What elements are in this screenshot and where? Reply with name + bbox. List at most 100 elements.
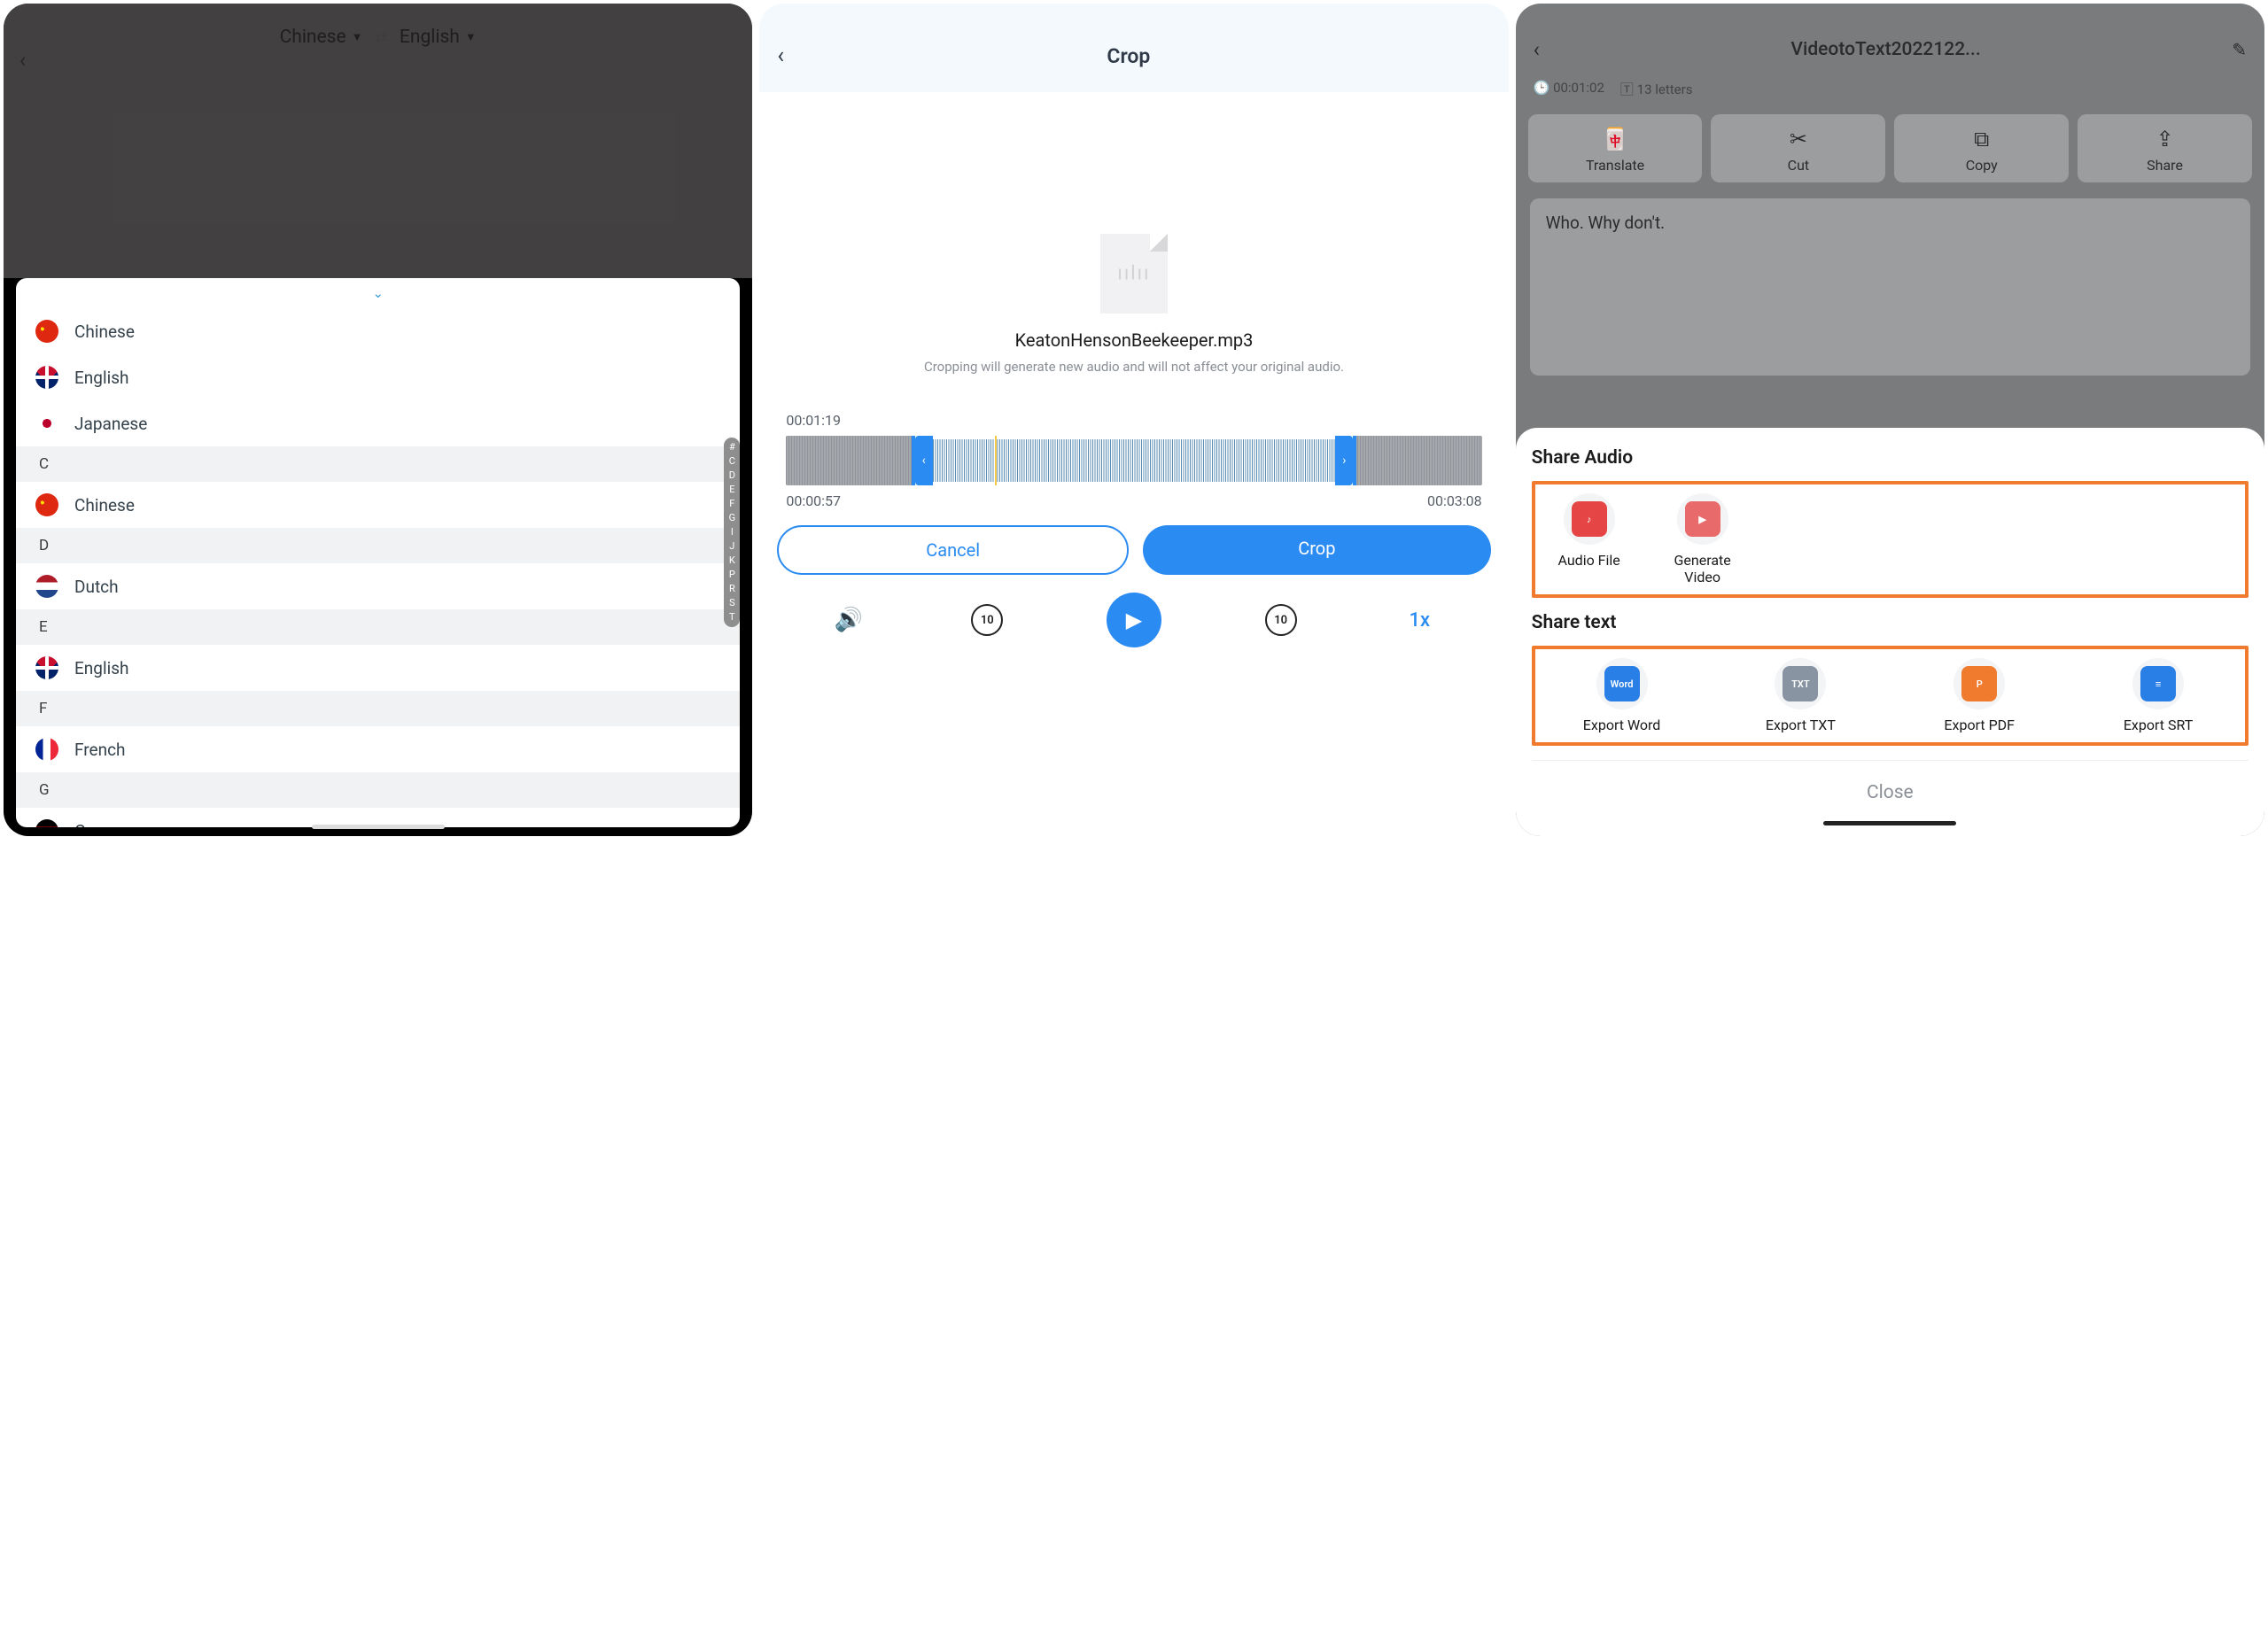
file-preview: ıılıı KeatonHensonBeekeeper.mp3 Cropping… <box>759 92 1508 412</box>
index-letter[interactable]: E <box>724 483 740 497</box>
playback-speed-button[interactable]: 1x <box>1400 601 1439 639</box>
language-label: Dutch <box>74 577 119 597</box>
language-row-english[interactable]: English <box>16 645 740 691</box>
home-indicator <box>312 825 445 829</box>
share-sheet-screen: ‹ VideotoText2022122... ✎ 🕒 00:01:02 🅃 1… <box>1516 4 2264 836</box>
back-icon[interactable]: ‹ <box>1534 37 1540 62</box>
index-letter[interactable]: C <box>724 454 740 469</box>
index-letter[interactable]: K <box>724 554 740 568</box>
language-label: English <box>74 658 128 678</box>
language-row-english[interactable]: English <box>16 354 740 400</box>
selection-range[interactable]: ‹ › <box>912 436 1357 485</box>
language-row-chinese[interactable]: Chinese <box>16 308 740 354</box>
language-row-japanese[interactable]: Japanese <box>16 400 740 446</box>
header: ‹ Crop <box>759 4 1508 92</box>
export-srt-option[interactable]: ≡Export SRT <box>2080 658 2236 733</box>
share-action[interactable]: ⇪Share <box>2078 114 2252 182</box>
index-letter[interactable]: T <box>724 610 740 624</box>
index-letter[interactable]: S <box>724 596 740 610</box>
flag-uk-icon <box>35 656 58 679</box>
index-letter[interactable]: D <box>724 469 740 483</box>
txt-icon: TXT <box>1783 666 1818 701</box>
generate-video-option[interactable]: ▶ Generate Video <box>1658 493 1748 585</box>
skip-seconds-label: 10 <box>981 614 994 627</box>
language-row-dutch[interactable]: Dutch <box>16 563 740 609</box>
video-icon: ▶ <box>1685 501 1720 537</box>
share-text-group: Word Export Word TXT Export TXT P Export PD… <box>1532 646 2249 746</box>
option-label: Export Word <box>1544 717 1700 733</box>
playhead[interactable] <box>995 436 997 485</box>
section-header-g: G <box>16 772 740 808</box>
option-label: Generate Video <box>1658 552 1748 585</box>
option-label: Export PDF <box>1901 717 2057 733</box>
word-icon: Word <box>1604 666 1640 701</box>
index-letter[interactable]: F <box>724 497 740 511</box>
option-label: Export TXT <box>1722 717 1878 733</box>
selection-handle-right[interactable]: › <box>1335 436 1353 485</box>
flag-china-icon <box>35 493 58 516</box>
language-label: Japanese <box>74 414 147 434</box>
waveform-track[interactable]: ‹ › <box>786 436 1481 485</box>
section-header-c: C <box>16 446 740 482</box>
alpha-index-bar[interactable]: #CDEFGIJKPRST <box>724 438 740 627</box>
flag-japan-icon <box>35 412 58 435</box>
audio-file-icon: ıılıı <box>1100 234 1168 314</box>
flag-france-icon <box>35 738 58 761</box>
selection-end-label: 00:03:08 <box>1427 492 1482 509</box>
index-letter[interactable]: G <box>724 511 740 525</box>
selection-start-label: 00:00:57 <box>786 492 841 509</box>
audio-file-option[interactable]: ♪Audio File <box>1544 493 1635 585</box>
audio-file-icon: ♪ <box>1572 501 1607 537</box>
flag-uk-icon <box>35 366 58 389</box>
section-header-d: D <box>16 528 740 563</box>
section-header-f: F <box>16 691 740 726</box>
cancel-button[interactable]: Cancel <box>777 525 1129 575</box>
export-txt-option[interactable]: TXT Export TXT <box>1722 658 1878 733</box>
language-label: English <box>74 368 128 388</box>
speaker-icon[interactable]: 🔊 <box>829 601 868 639</box>
forward-10-button[interactable]: 10 <box>1265 604 1297 636</box>
timeline: 00:01:19 ‹ › 00:00:57 00:03:08 <box>759 412 1508 509</box>
selection-handle-left[interactable]: ‹ <box>915 436 933 485</box>
index-letter[interactable]: J <box>724 539 740 554</box>
language-label: French <box>74 740 126 760</box>
cut-action[interactable]: ✂ Cut <box>1711 114 1885 182</box>
section-header-e: E <box>16 609 740 645</box>
language-picker-screen: ‹ Chinese ▼ ⇄ English ▼ ⌄ Chinese Englis… <box>4 4 752 836</box>
index-letter[interactable]: P <box>724 568 740 582</box>
close-button[interactable]: Close <box>1532 760 2249 818</box>
flag-netherlands-icon <box>35 575 58 598</box>
action-label: Cut <box>1716 157 1880 174</box>
srt-icon: ≡ <box>2140 666 2176 701</box>
edit-icon[interactable]: ✎ <box>2232 39 2247 60</box>
language-row-chinese[interactable]: Chinese <box>16 482 740 528</box>
translate-action[interactable]: 🀄 Translate <box>1528 114 1703 182</box>
action-label: Share <box>2083 157 2247 174</box>
index-letter[interactable]: R <box>724 582 740 596</box>
filename-label: KeatonHensonBeekeeper.mp3 <box>786 329 1481 351</box>
export-word-option[interactable]: Word Export Word <box>1544 658 1700 733</box>
action-label: Translate <box>1534 157 1697 174</box>
copy-icon: ⧉ <box>1899 127 2063 153</box>
copy-action[interactable]: ⧉ Copy <box>1894 114 2069 182</box>
export-pdf-option[interactable]: P Export PDF <box>1901 658 2057 733</box>
language-row-french[interactable]: French <box>16 726 740 772</box>
index-letter[interactable]: I <box>724 525 740 539</box>
action-label: Copy <box>1899 157 2063 174</box>
home-indicator <box>1823 821 1956 825</box>
scissors-icon: ✂ <box>1716 127 1880 153</box>
pdf-icon: P <box>1961 666 1997 701</box>
language-label: Chinese <box>74 322 135 342</box>
crop-button[interactable]: Crop <box>1143 525 1491 575</box>
index-letter[interactable]: # <box>724 440 740 454</box>
play-button[interactable]: ▶ <box>1107 593 1161 647</box>
translate-icon: 🀄 <box>1534 127 1697 153</box>
collapse-sheet-icon[interactable]: ⌄ <box>16 278 740 308</box>
transcript-panel: Who. Why don't. <box>1530 198 2250 376</box>
flag-china-icon <box>35 320 58 343</box>
crop-audio-screen: ‹ Crop ıılıı KeatonHensonBeekeeper.mp3 C… <box>759 4 1508 836</box>
duration-label: 🕒 00:01:02 <box>1534 80 1604 98</box>
letter-count-label: 🅃 13 letters <box>1620 80 1693 98</box>
current-time-label: 00:01:19 <box>786 412 1481 429</box>
rewind-10-button[interactable]: 10 <box>971 604 1003 636</box>
